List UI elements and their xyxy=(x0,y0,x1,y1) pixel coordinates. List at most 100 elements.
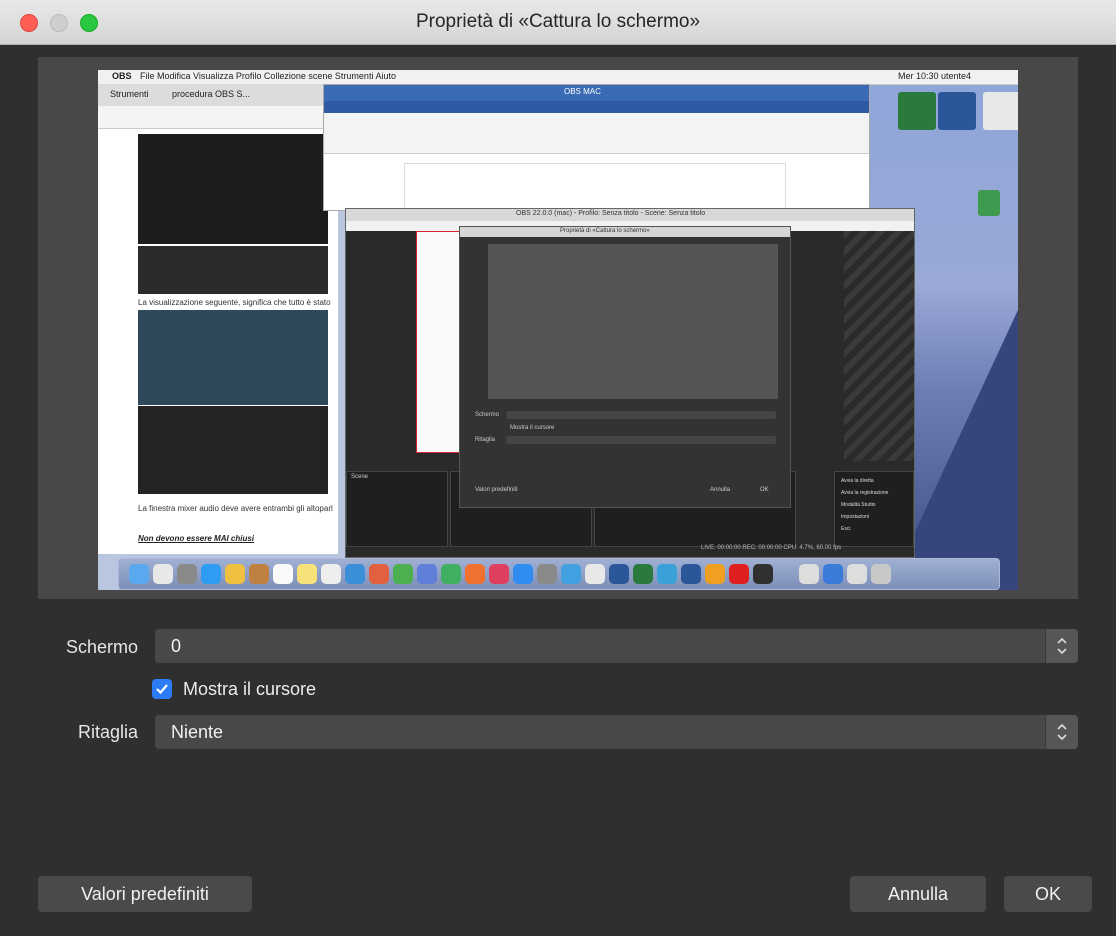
desktop-word-icon xyxy=(938,92,976,130)
screen-select[interactable]: 0 xyxy=(155,629,1078,663)
app-icon xyxy=(561,564,581,584)
obs-controls-panel: Avvia la diretta Avvia la registrazione … xyxy=(834,471,914,547)
doc-text: La visualizzazione seguente, significa c… xyxy=(138,298,333,307)
screen-value: 0 xyxy=(171,636,182,656)
ok-button[interactable]: OK xyxy=(1004,876,1092,912)
obs-stripes xyxy=(844,231,914,461)
obs-control: Modalità Studio xyxy=(841,502,876,508)
word-icon xyxy=(609,564,629,584)
nested-properties-dialog: Proprietà di «Cattura lo schermo» Scherm… xyxy=(459,226,791,508)
nested-cursor-label: Mostra il cursore xyxy=(510,425,555,431)
screen-capture-preview: OBS File Modifica Visualizza Profilo Col… xyxy=(98,70,1018,590)
document-icon xyxy=(823,564,843,584)
word-title: OBS MAC xyxy=(564,87,601,96)
show-cursor-checkbox[interactable] xyxy=(152,679,172,699)
title-bar[interactable]: Proprietà di «Cattura lo schermo» xyxy=(0,0,1116,45)
obs-control: Esci xyxy=(841,526,851,532)
photos-icon xyxy=(369,564,389,584)
nested-crop-select xyxy=(506,436,776,444)
obs-title-bar: OBS 22.0.0 (mac) - Profilo: Senza titolo… xyxy=(346,209,914,221)
obs-control: Avvia la registrazione xyxy=(841,490,889,496)
doc-text: Non devono essere MAI chiusi xyxy=(138,534,255,543)
nested-title: Proprietà di «Cattura lo schermo» xyxy=(560,228,650,234)
defaults-button[interactable]: Valori predefiniti xyxy=(38,876,252,912)
obs-title: OBS 22.0.0 (mac) - Profilo: Senza titolo… xyxy=(516,210,706,217)
document-icon xyxy=(847,564,867,584)
menubar-items: File Modifica Visualizza Profilo Collezi… xyxy=(140,71,396,81)
show-cursor-label[interactable]: Mostra il cursore xyxy=(183,679,316,700)
obs-scenes-panel: Scene xyxy=(346,471,448,547)
nested-defaults-button: Valori predefiniti xyxy=(475,487,518,493)
nested-cancel-button: Annulla xyxy=(710,487,731,493)
doc-screenshot xyxy=(138,310,328,405)
word-title-bar: OBS MAC xyxy=(324,85,869,101)
obs-main-window: OBS 22.0.0 (mac) - Profilo: Senza titolo… xyxy=(345,208,915,558)
crop-select-stepper[interactable] xyxy=(1045,715,1078,749)
word-icon xyxy=(681,564,701,584)
mail-icon xyxy=(225,564,245,584)
word-tabs xyxy=(324,101,869,113)
preview-area: OBS File Modifica Visualizza Profilo Col… xyxy=(38,57,1078,599)
crop-value: Niente xyxy=(171,722,224,742)
notes-icon xyxy=(297,564,317,584)
document-icon xyxy=(799,564,819,584)
excel-icon xyxy=(633,564,653,584)
pages-icon xyxy=(465,564,485,584)
safari-icon xyxy=(201,564,221,584)
calendar-icon xyxy=(273,564,293,584)
desktop-excel-icon xyxy=(898,92,936,130)
checkmark-icon xyxy=(156,684,168,695)
preferences-icon xyxy=(537,564,557,584)
nested-preview xyxy=(488,244,778,399)
menubar-clock: Mer 10:30 utente4 xyxy=(898,71,972,81)
mac-dock xyxy=(118,558,1000,590)
screen-label: Schermo xyxy=(65,637,138,657)
contacts-icon xyxy=(249,564,269,584)
obs-control: Impostazioni xyxy=(841,514,870,520)
obs-scenes-header: Scene xyxy=(351,474,369,480)
cancel-button[interactable]: Annulla xyxy=(850,876,986,912)
window-title: Proprietà di «Cattura lo schermo» xyxy=(415,11,701,32)
doc-screenshot xyxy=(138,134,328,244)
browser-tab: procedura OBS S... xyxy=(172,89,251,99)
nested-title-bar: Proprietà di «Cattura lo schermo» xyxy=(460,227,790,237)
numbers-icon xyxy=(441,564,461,584)
preview-icon xyxy=(585,564,605,584)
browser-toolbar xyxy=(98,106,338,129)
browser-window: Strumenti procedura OBS S... La visualiz… xyxy=(98,84,338,554)
music-icon xyxy=(489,564,509,584)
app-icon xyxy=(705,564,725,584)
crop-select[interactable]: Niente xyxy=(155,715,1078,749)
browser-tabs: Strumenti procedura OBS S... xyxy=(98,84,338,107)
menubar-app: OBS xyxy=(112,71,132,81)
trash-icon xyxy=(871,564,891,584)
nested-ok-button: OK xyxy=(760,487,769,493)
crop-label: Ritaglia xyxy=(77,722,138,742)
nested-screen-label: Schermo xyxy=(475,412,500,418)
obs-status: LIVE: 00:00:00 REC: 00:00:00 CPU: 4.7%, … xyxy=(701,545,842,551)
launchpad-icon xyxy=(153,564,173,584)
appstore-icon xyxy=(513,564,533,584)
properties-window: Proprietà di «Cattura lo schermo» OBS Fi… xyxy=(0,0,1116,936)
obs-icon xyxy=(753,564,773,584)
mac-menu-bar: OBS File Modifica Visualizza Profilo Col… xyxy=(98,70,1018,85)
acrobat-icon xyxy=(729,564,749,584)
reminders-icon xyxy=(321,564,341,584)
nested-crop-label: Ritaglia xyxy=(475,437,496,443)
word-window: OBS MAC xyxy=(323,84,870,215)
facetime-icon xyxy=(417,564,437,584)
desktop-sheet-icon xyxy=(978,190,1000,216)
doc-screenshot xyxy=(138,246,328,294)
browser-tab: Strumenti xyxy=(110,89,149,99)
doc-text: La finestra mixer audio deve avere entra… xyxy=(138,504,333,513)
obs-control: Avvia la diretta xyxy=(841,478,874,484)
desktop-drive-icon xyxy=(983,92,1018,130)
nested-screen-select xyxy=(506,411,776,419)
messages-icon xyxy=(393,564,413,584)
app-icon xyxy=(657,564,677,584)
chevron-up-down-icon xyxy=(1057,637,1067,655)
doc-screenshot xyxy=(138,406,328,494)
screen-select-stepper[interactable] xyxy=(1045,629,1078,663)
finder-icon xyxy=(129,564,149,584)
keynote-icon xyxy=(345,564,365,584)
